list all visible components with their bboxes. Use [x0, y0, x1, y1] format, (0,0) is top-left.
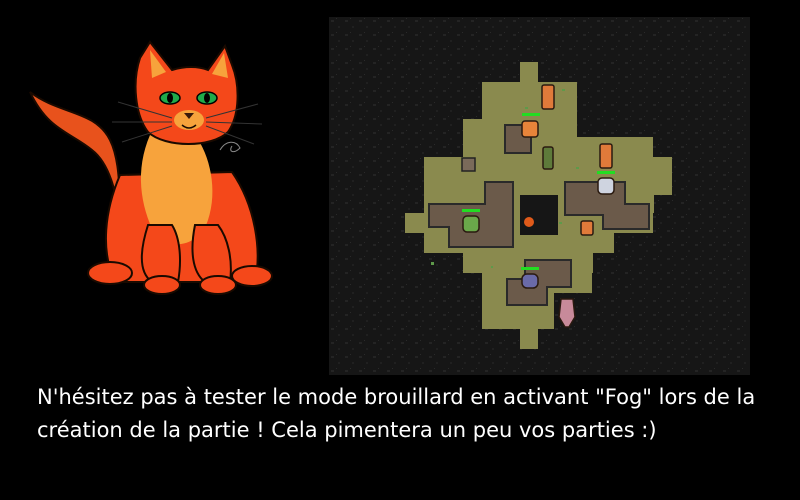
orange-pillar — [541, 84, 555, 110]
dungeon-game-map — [329, 17, 750, 375]
orange-pillar — [580, 220, 594, 236]
treasure-chest — [461, 157, 476, 172]
green-pillar — [542, 146, 554, 170]
orange-pillar — [599, 143, 613, 169]
pit — [520, 195, 558, 235]
cat-mascot-illustration — [29, 40, 273, 295]
campfire — [524, 217, 534, 227]
tip-caption: N'hésitez pas à tester le mode brouillar… — [37, 385, 756, 442]
